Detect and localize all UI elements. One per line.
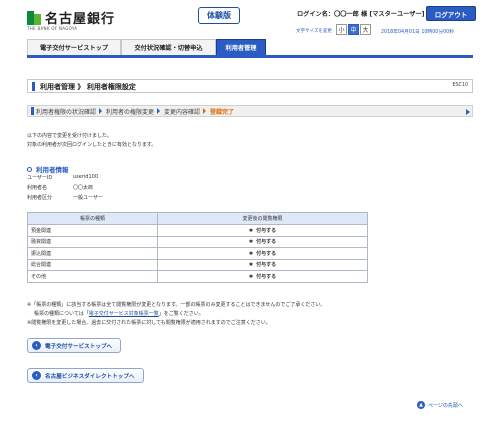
tab-delivery-status[interactable]: 交付状況確認・切替申込 — [121, 39, 216, 55]
step-complete: 登録完了 — [210, 108, 235, 116]
font-size-medium-button[interactable]: 中 — [348, 24, 359, 35]
info-row-username: 利用者名 〇〇太郎 — [27, 185, 94, 191]
user-info-heading: 利用者情報 — [27, 164, 69, 174]
column-header-permission: 変更後の閲覧権限 — [157, 212, 368, 225]
service-top-button[interactable]: ‹ 電子交付サービストップへ — [27, 338, 121, 353]
section-bullet-icon — [27, 166, 32, 172]
tab-underline — [27, 55, 473, 58]
font-size-small-button[interactable]: 小 — [336, 24, 347, 35]
step-arrow-icon — [203, 108, 207, 114]
page-title-box: 利用者管理 》 利用者権限設定 ESC10 — [27, 79, 473, 93]
note-line-2: 帳票の種類については「電子交付サービス対象帳票一覧」をご覧ください。 — [34, 311, 204, 317]
page-title: 利用者管理 》 利用者権限設定 — [40, 83, 136, 91]
table-row: 総合関連 ✱ 付与する — [27, 258, 368, 271]
bank-name: 名古屋銀行 — [45, 12, 116, 27]
chevron-left-icon: ‹ — [32, 341, 41, 350]
step-arrow-icon — [157, 108, 161, 114]
table-row: 預金関連 ✱ 付与する — [27, 224, 368, 237]
permission-table: 帳票の種類 変更後の閲覧権限 預金関連 ✱ 付与する 融資関連 ✱ 付与する 振込関… — [27, 212, 368, 283]
step-permission-change: 利用者の権限変更 — [106, 108, 155, 116]
login-name: ログイン名：〇〇一郎 様 [マスターユーザー] — [297, 11, 425, 18]
table-row: 融資関連 ✱ 付与する — [27, 235, 368, 248]
info-row-usertype: 利用者区分 一般ユーザー — [27, 195, 103, 201]
main-tabs: 電子交付サービストップ 交付状況確認・切替申込 利用者管理 — [27, 39, 266, 55]
bank-logo: 名古屋銀行 — [27, 8, 115, 27]
note-line-1: ※「帳票の種類」に該当する帳票は全て閲覧権限が変更となります。一部の帳票のみ変更… — [27, 302, 326, 308]
message-line-1: 以下の内容で変更を受け付けました。 — [27, 133, 113, 139]
info-row-userid: ユーザーID userid100 — [27, 174, 99, 181]
step-end-arrow-icon — [466, 109, 470, 115]
step-arrow-icon — [99, 108, 103, 114]
step-status-check: 利用者権限の状況確認 — [36, 108, 97, 116]
table-row: 振込関連 ✱ 付与する — [27, 247, 368, 260]
progress-steps: 利用者権限の状況確認 利用者の権限変更 変更内容確認 登録完了 — [27, 105, 473, 117]
table-row: その他 ✱ 付与する — [27, 270, 368, 283]
bank-logo-icon — [27, 10, 41, 25]
font-size-label: 文字サイズを変更 — [296, 29, 332, 34]
table-header-row: 帳票の種類 変更後の閲覧権限 — [27, 212, 368, 225]
bank-subname: THE BANK OF NAGOYA — [27, 26, 78, 31]
tab-service-top[interactable]: 電子交付サービストップ — [27, 39, 121, 55]
arrow-up-icon: ▲ — [417, 401, 425, 409]
bizdirect-top-button[interactable]: ‹ 名古屋ビジネスダイレクトトップへ — [27, 368, 144, 383]
chevron-left-icon: ‹ — [32, 371, 41, 380]
note-line-3: ※閲覧権限を変更した場合、過去に交付された帳票に対しても閲覧権限が適用されますの… — [27, 320, 271, 326]
tab-user-management[interactable]: 利用者管理 — [216, 39, 266, 55]
step-confirm: 変更内容確認 — [164, 108, 201, 116]
font-size-large-button[interactable]: 大 — [360, 24, 371, 35]
column-header-type: 帳票の種類 — [27, 212, 158, 225]
page-top-link[interactable]: ▲ ページの先頭へ — [417, 401, 463, 409]
target-forms-link[interactable]: 電子交付サービス対象帳票一覧 — [89, 311, 159, 317]
screen-id: ESC10 — [452, 83, 468, 88]
datetime: 2018年04月01日 10時00分00秒 — [381, 30, 455, 35]
message-line-2: 対象の利用者が次回ログインしたときに有効となります。 — [27, 142, 157, 148]
trial-badge: 体験版 — [198, 7, 240, 24]
logout-button[interactable]: ログアウト — [426, 6, 476, 21]
